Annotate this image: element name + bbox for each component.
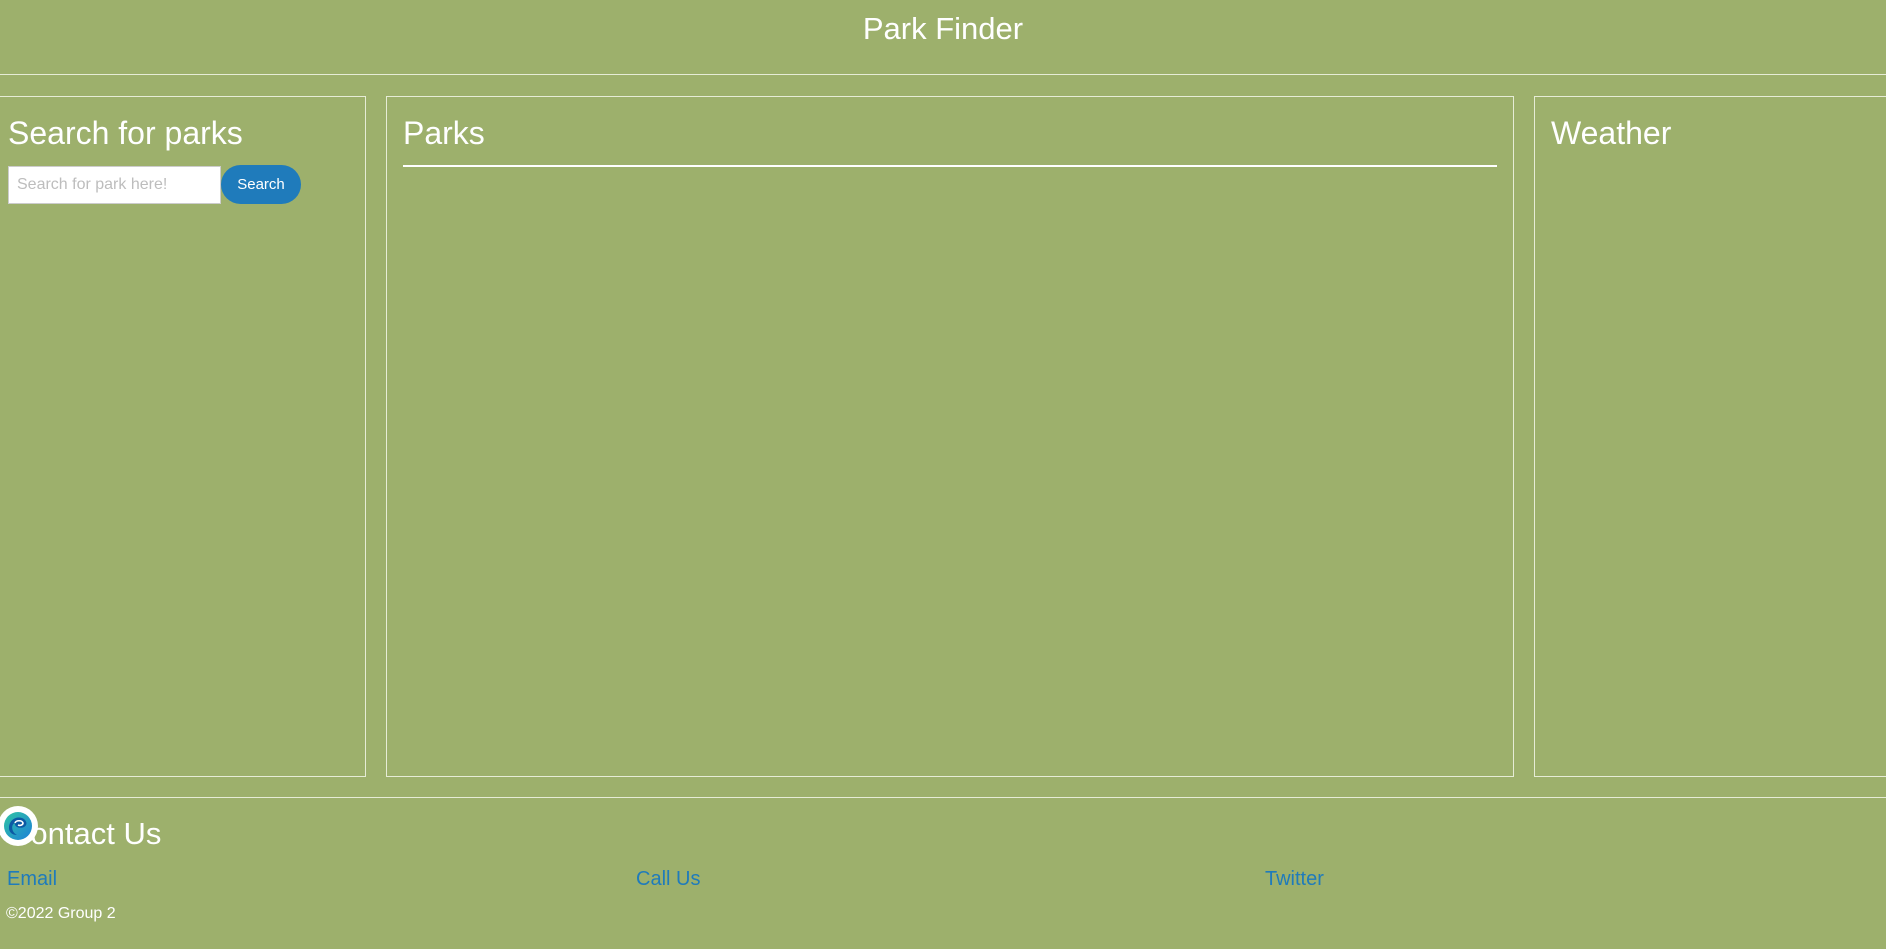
- edge-browser-icon[interactable]: [0, 806, 38, 846]
- email-link[interactable]: Email: [7, 868, 57, 891]
- twitter-link[interactable]: Twitter: [1265, 868, 1324, 891]
- page: Park Finder Search for parks Search Park…: [0, 0, 1886, 949]
- search-button[interactable]: Search: [221, 165, 301, 204]
- search-form: Search: [8, 165, 301, 204]
- copyright: ©2022 Group 2: [6, 905, 116, 922]
- footer: Contact Us Email Call Us Twitter ©2022 G…: [0, 797, 1886, 949]
- search-input[interactable]: [8, 165, 221, 204]
- parks-panel-heading: Parks: [403, 115, 485, 151]
- search-panel-heading: Search for parks: [8, 115, 243, 151]
- edge-logo-icon: [4, 812, 32, 840]
- site-title: Park Finder: [862, 11, 1024, 46]
- weather-panel-heading: Weather: [1551, 115, 1672, 151]
- call-us-link[interactable]: Call Us: [636, 868, 700, 891]
- parks-divider: [403, 165, 1497, 167]
- parks-panel: Parks: [386, 96, 1514, 777]
- site-header: Park Finder: [0, 0, 1886, 75]
- search-panel: Search for parks Search: [0, 96, 366, 777]
- weather-panel: Weather: [1534, 96, 1886, 777]
